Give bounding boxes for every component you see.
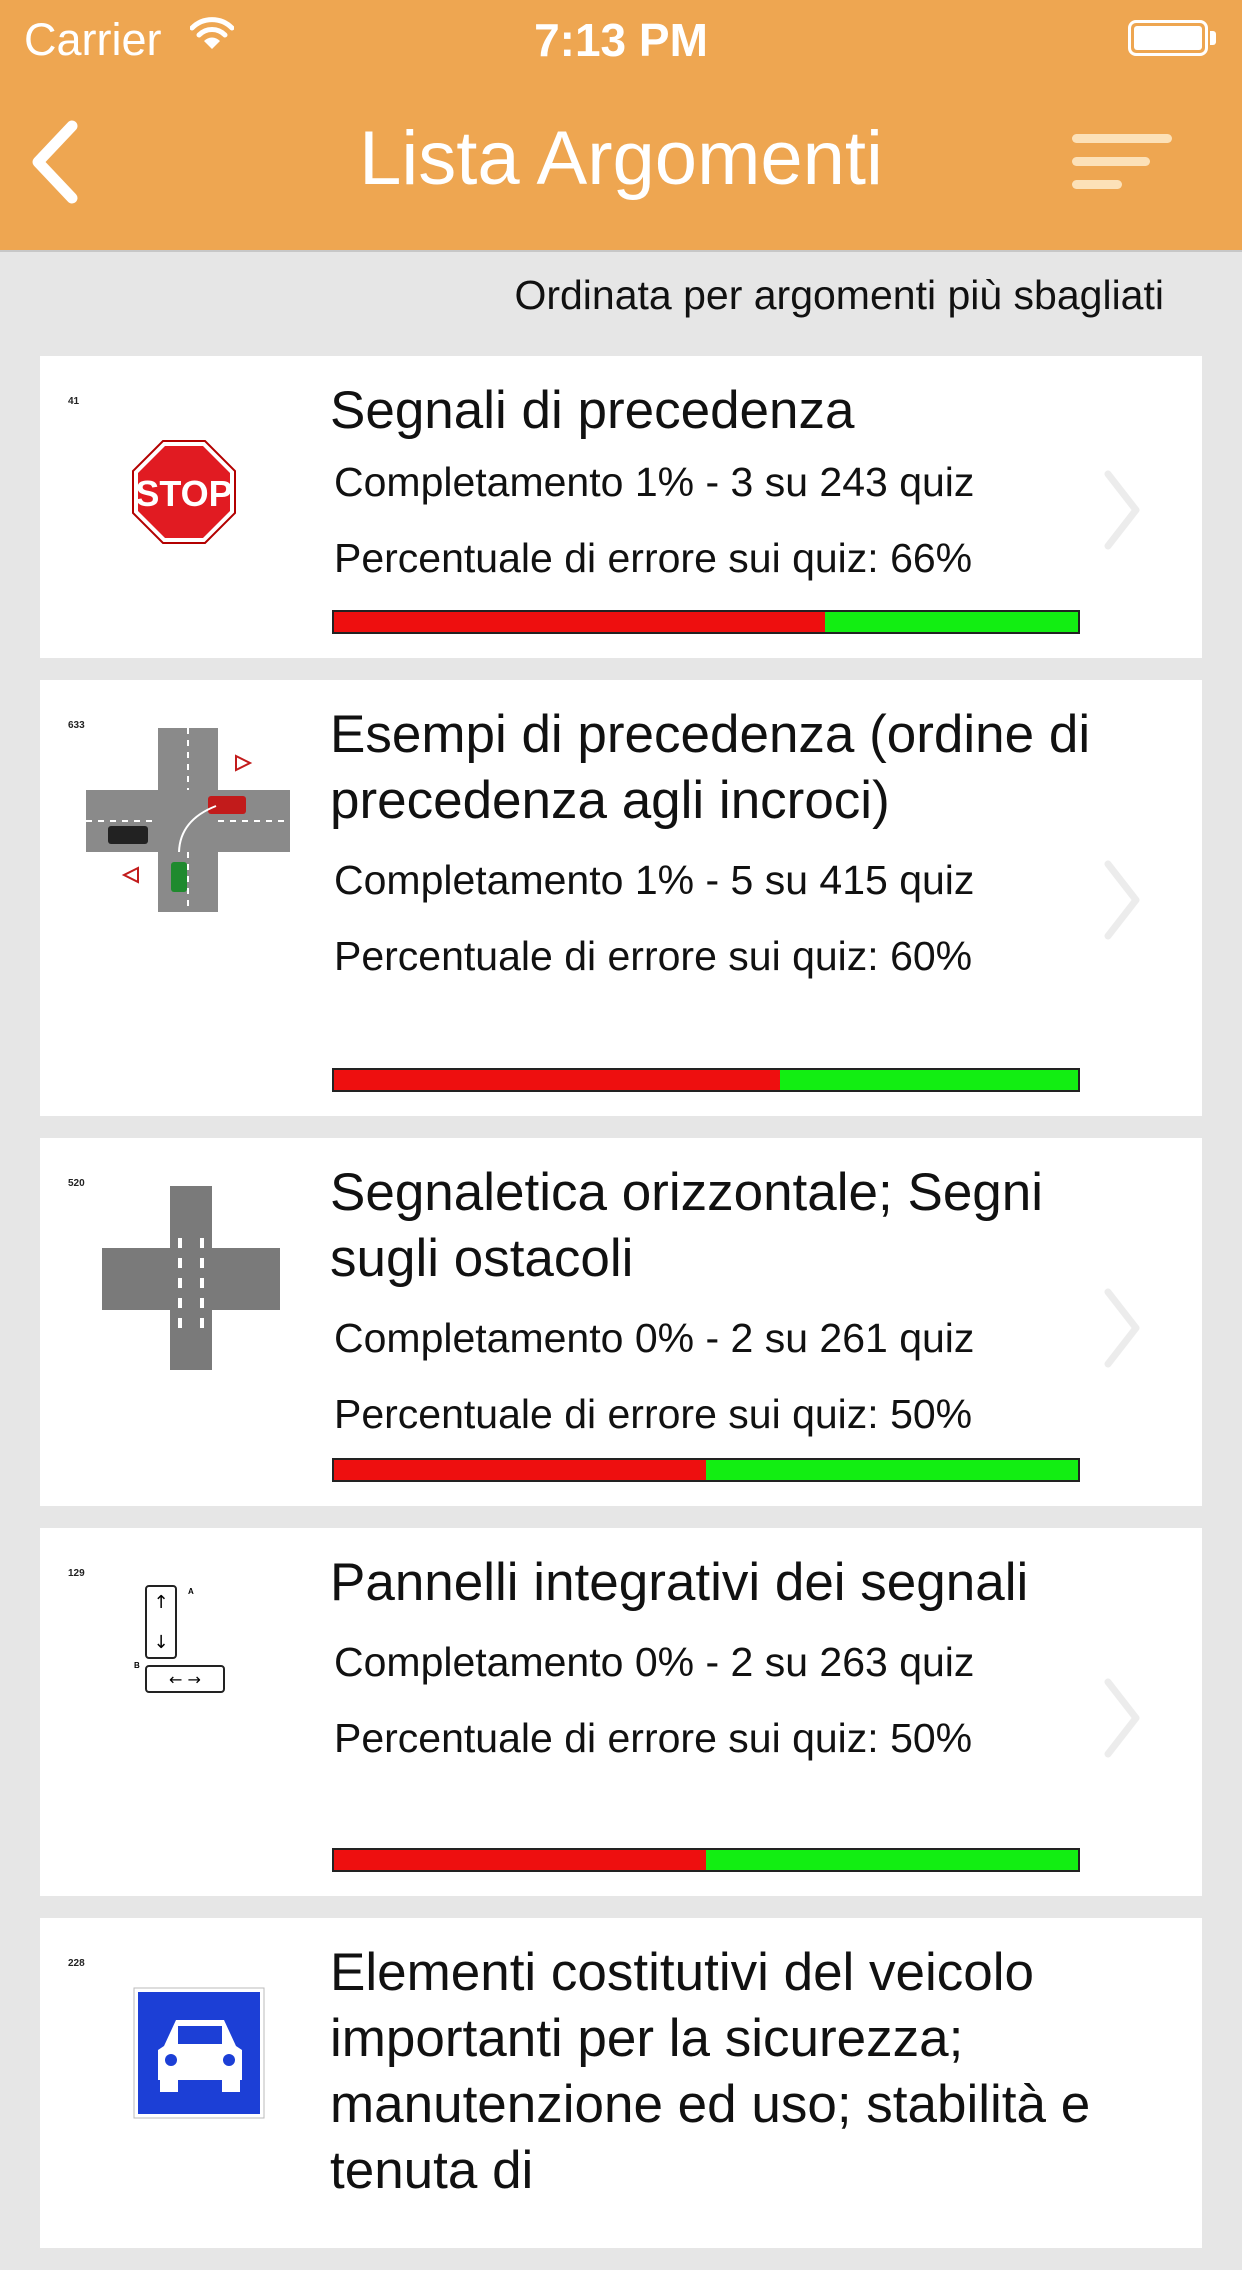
- page-title: Lista Argomenti: [359, 116, 883, 201]
- error-progress-bar: [332, 610, 1080, 634]
- svg-text:A: A: [188, 1587, 194, 1596]
- sort-icon: [1072, 134, 1172, 143]
- error-text: Percentuale di errore sui quiz: 60%: [334, 933, 973, 979]
- completion-text: Completamento 0% - 2 su 261 quiz: [334, 1315, 975, 1361]
- topic-title: Elementi costitutivi del veicolo importa…: [330, 1943, 1091, 2200]
- topic-card[interactable]: 129 ↑ ↓ ← → A B Pannelli integrativi dei…: [40, 1528, 1202, 1896]
- battery-icon: [1128, 20, 1218, 60]
- error-text: Percentuale di errore sui quiz: 50%: [334, 1391, 973, 1437]
- svg-text:↓: ↓: [153, 1632, 168, 1653]
- topic-card[interactable]: 228 Elementi costitutivi del veicolo imp…: [40, 1918, 1202, 2248]
- svg-text:STOP: STOP: [135, 473, 232, 514]
- completion-text: Completamento 1% - 5 su 415 quiz: [334, 857, 975, 903]
- sort-description: Ordinata per argomenti più sbagliati: [514, 272, 1164, 318]
- chevron-right-icon: [1104, 470, 1140, 550]
- topic-title: Segnaletica orizzontale; Segni sugli ost…: [330, 1163, 1044, 1288]
- topic-title: Esempi di precedenza (ordine di preceden…: [330, 705, 1091, 830]
- error-fill: [334, 1850, 706, 1870]
- error-text: Percentuale di errore sui quiz: 50%: [334, 1715, 973, 1761]
- error-fill: [334, 1460, 706, 1480]
- direction-panel-icon: 129 ↑ ↓ ← → A B: [68, 1568, 308, 1768]
- topic-card[interactable]: 520 Segnaletica orizzontale; Segni sugli…: [40, 1138, 1202, 1506]
- chevron-right-icon: [1104, 860, 1140, 940]
- topic-card[interactable]: 633 Esempi di precedenza (ordine di prec…: [40, 680, 1202, 1116]
- stop-sign-icon: 41 STOP: [68, 396, 308, 596]
- navigation-bar: Carrier 7:13 PM Lista Argomenti: [0, 0, 1242, 252]
- error-fill: [334, 1070, 781, 1090]
- topic-title: Segnali di precedenza: [330, 381, 855, 440]
- sort-button[interactable]: [1072, 130, 1172, 200]
- svg-text:B: B: [134, 1661, 140, 1670]
- topic-title: Pannelli integrativi dei segnali: [330, 1553, 1029, 1612]
- crosswalk-icon: 520: [68, 1178, 308, 1378]
- error-progress-bar: [332, 1458, 1080, 1482]
- error-text: Percentuale di errore sui quiz: 66%: [334, 535, 973, 581]
- error-progress-bar: [332, 1848, 1080, 1872]
- svg-text:↑: ↑: [153, 1592, 168, 1613]
- svg-text:← →: ← →: [169, 1670, 201, 1689]
- error-fill: [334, 612, 826, 632]
- status-bar: Carrier 7:13 PM: [0, 0, 1242, 80]
- error-progress-bar: [332, 1068, 1080, 1092]
- intersection-icon: 633: [68, 720, 308, 920]
- car-sign-icon: 228: [68, 1958, 308, 2158]
- topic-list: 41 STOP Segnali di precedenza Completame…: [40, 356, 1202, 2270]
- completion-text: Completamento 0% - 2 su 263 quiz: [334, 1639, 975, 1685]
- chevron-right-icon: [1104, 1288, 1140, 1368]
- chevron-right-icon: [1104, 1678, 1140, 1758]
- completion-text: Completamento 1% - 3 su 243 quiz: [334, 459, 975, 505]
- clock: 7:13 PM: [534, 14, 708, 66]
- topic-card[interactable]: 41 STOP Segnali di precedenza Completame…: [40, 356, 1202, 658]
